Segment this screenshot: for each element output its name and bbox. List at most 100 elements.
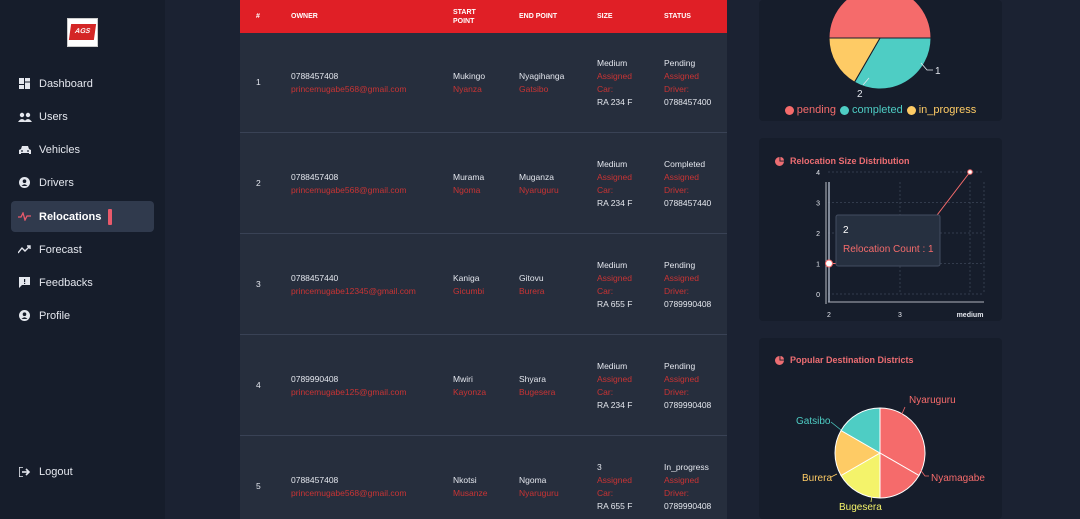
start-point-cell: Nkotsi Musanze	[453, 474, 488, 500]
sidebar-item-label: Dashboard	[39, 77, 93, 90]
start-point-cell: Murama Ngoma	[453, 171, 484, 197]
table-row[interactable]: 2 0788457408 princemugabe568@gmail.com Mura…	[240, 134, 727, 234]
table-row[interactable]: 3 0788457440 princemugabe12345@gmail.com Ka…	[240, 235, 727, 335]
table-row[interactable]: 1 0788457408 princemugabe568@gmail.com Muki…	[240, 33, 727, 133]
start-point-cell: Mwiri Kayonza	[453, 373, 486, 399]
trend-icon	[11, 245, 38, 254]
row-number: 3	[256, 279, 261, 289]
row-number: 1	[256, 77, 261, 87]
driver-label: Driver:	[664, 387, 690, 397]
sidebar-item-forecast[interactable]: Forecast	[11, 234, 154, 265]
size-cell: Medium Assigned Car: RA 234 F	[597, 158, 632, 210]
slice-label: Burera	[802, 473, 832, 484]
legend-in-progress[interactable]: in_progress	[906, 104, 976, 116]
car-plate: RA 655 F	[597, 299, 633, 309]
row-number: 4	[256, 380, 261, 390]
sidebar-item-vehicles[interactable]: Vehicles	[11, 134, 154, 165]
logo-text: AGS	[68, 24, 97, 40]
driver-phone: 0788457400	[664, 97, 712, 107]
end-district: Nyaruguru	[519, 185, 559, 195]
data-point[interactable]	[967, 169, 973, 175]
sidebar-item-label: Vehicles	[39, 143, 80, 156]
status-cell: Completed Assigned Driver: 0788457440	[664, 158, 711, 210]
sidebar-item-label: Forecast	[39, 243, 82, 256]
column-header: #	[256, 13, 260, 20]
assigned-label: Assigned	[597, 172, 632, 182]
owner-email[interactable]: princemugabe568@gmail.com	[291, 184, 406, 197]
sidebar-item-label: Users	[39, 110, 68, 123]
size-line-chart: 0 1 2 3 4 2 3 medium 2 Relocation Count : 1	[816, 169, 985, 319]
driver-label: Driver:	[664, 185, 690, 195]
owner-email[interactable]: princemugabe568@gmail.com	[291, 487, 406, 500]
sidebar-item-drivers[interactable]: Drivers	[11, 167, 154, 198]
pie-data-label: 2	[857, 89, 863, 100]
driver-phone: 0789990408	[664, 400, 712, 410]
data-point[interactable]	[825, 259, 833, 268]
driver-label: Driver:	[664, 84, 690, 94]
end-sector: Muganza	[519, 172, 554, 182]
assigned-label: Assigned	[664, 71, 699, 81]
owner-phone: 0789990408	[291, 374, 339, 384]
end-district: Burera	[519, 286, 545, 296]
column-header: END POINT	[519, 13, 558, 20]
logout-button[interactable]: Logout	[11, 456, 154, 487]
sidebar-item-dashboard[interactable]: Dashboard	[11, 68, 154, 99]
row-number: 5	[256, 481, 261, 491]
owner-cell: 0788457408 princemugabe568@gmail.com	[291, 70, 406, 96]
tooltip-box	[835, 214, 941, 267]
start-district: Gicumbi	[453, 286, 485, 296]
car-plate: RA 234 F	[597, 97, 633, 107]
size-value: Medium	[597, 260, 628, 270]
assigned-label: Assigned	[597, 273, 632, 283]
sidebar-item-profile[interactable]: Profile	[11, 300, 154, 331]
legend-completed[interactable]: completed	[839, 104, 903, 116]
destination-districts-card: Popular Destination Districts Nyaruguru N…	[759, 338, 1002, 519]
sidebar-item-feedbacks[interactable]: Feedbacks	[11, 267, 154, 298]
size-value: 3	[597, 462, 602, 472]
car-label: Car:	[597, 286, 614, 296]
size-distribution-card: Relocation Size Distribution 0 1 2 3 4 2 3 medi…	[759, 138, 1002, 321]
start-district: Nyanza	[453, 84, 482, 94]
owner-cell: 0788457408 princemugabe568@gmail.com	[291, 171, 406, 197]
active-indicator	[108, 208, 113, 225]
driver-phone: 0789990408	[664, 501, 712, 511]
status-cell: In_progress Assigned Driver: 0789990408	[664, 461, 711, 513]
owner-email[interactable]: princemugabe12345@gmail.com	[291, 285, 416, 298]
sidebar-item-label: Drivers	[39, 176, 74, 189]
assigned-label: Assigned	[664, 273, 699, 283]
sidebar-item-label: Profile	[39, 309, 71, 322]
start-district: Kayonza	[453, 387, 487, 397]
size-value: Medium	[597, 58, 628, 68]
owner-email[interactable]: princemugabe568@gmail.com	[291, 83, 406, 96]
x-tick-label: medium	[957, 312, 984, 319]
owner-phone: 0788457440	[291, 273, 339, 283]
sidebar-item-users[interactable]: Users	[11, 101, 154, 132]
end-point-cell: Gitovu Burera	[519, 272, 545, 298]
x-tick-label: 2	[827, 312, 831, 319]
owner-phone: 0788457408	[291, 71, 339, 81]
legend-label: completed	[851, 104, 903, 116]
table-row[interactable]: 5 0788457408 princemugabe568@gmail.com Nkot…	[240, 437, 727, 519]
feedback-icon	[11, 277, 38, 288]
slice-label: Nyamagabe	[931, 473, 985, 484]
car-label: Car:	[597, 387, 614, 397]
legend-swatch	[784, 105, 794, 115]
sidebar-item-relocations[interactable]: Relocations	[11, 201, 154, 232]
start-point-cell: Mukingo Nyanza	[453, 70, 485, 96]
owner-email[interactable]: princemugabe125@gmail.com	[291, 386, 406, 399]
owner-phone: 0788457408	[291, 475, 339, 485]
column-header: STATUS	[664, 13, 691, 20]
table-row[interactable]: 4 0789990408 princemugabe125@gmail.com Mwir…	[240, 336, 727, 436]
size-cell: Medium Assigned Car: RA 234 F	[597, 57, 632, 109]
sidebar: AGS Dashboard Users Vehicles Drivers Rel…	[0, 0, 165, 519]
car-plate: RA 234 F	[597, 198, 633, 208]
pie-slice-pending[interactable]	[828, 0, 932, 39]
relocations-table: # OWNER START POINT END POINT SIZE STATU…	[240, 0, 727, 519]
end-point-cell: Ngoma Nyaruguru	[519, 474, 559, 500]
legend-pending[interactable]: pending	[784, 104, 836, 116]
app-logo[interactable]: AGS	[67, 18, 98, 47]
sidebar-item-label: Feedbacks	[39, 276, 93, 289]
assigned-label: Assigned	[597, 71, 632, 81]
status-value: Pending	[664, 361, 696, 371]
row-number: 2	[256, 178, 261, 188]
